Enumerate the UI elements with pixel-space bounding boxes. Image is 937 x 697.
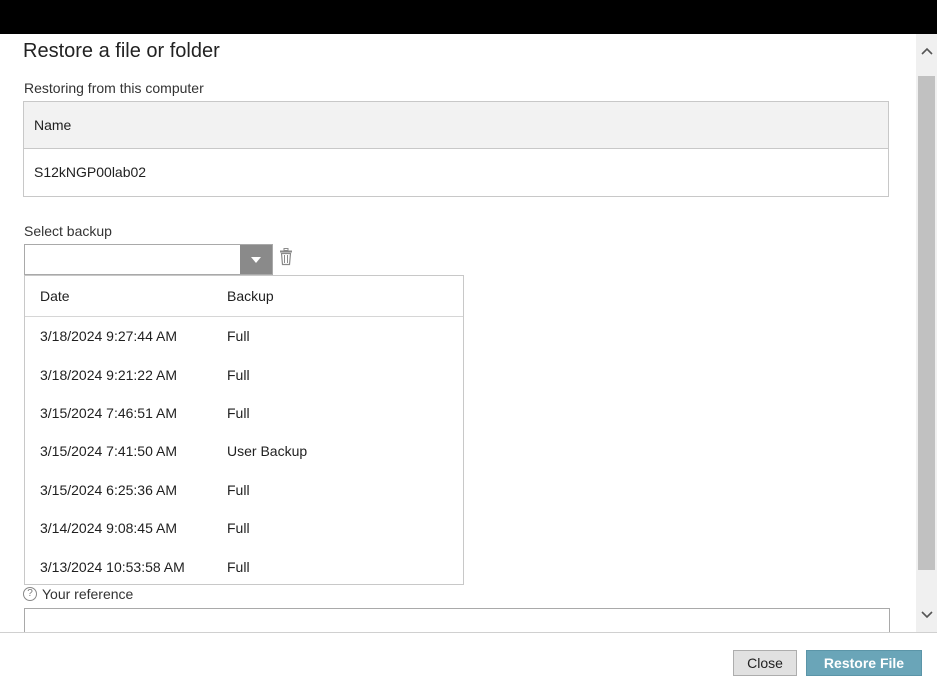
scroll-up-button[interactable] [916,34,937,68]
computer-table: Name S12kNGP00lab02 [23,101,889,197]
table-header-name: Name [24,102,888,149]
column-header-date: Date [40,288,70,304]
backup-type: Full [227,366,250,383]
backup-date: 3/14/2024 9:08:45 AM [40,520,177,537]
backup-date: 3/15/2024 7:41:50 AM [40,443,177,460]
list-item[interactable]: 3/15/2024 7:41:50 AM User Backup [25,432,463,470]
backup-date: 3/15/2024 6:25:36 AM [40,481,177,498]
backup-type: Full [227,404,250,421]
scrollbar-thumb[interactable] [918,76,935,570]
table-row[interactable]: S12kNGP00lab02 [24,149,888,196]
your-reference-label-row: ? Your reference [23,586,133,602]
backup-select[interactable] [24,244,273,275]
backup-date: 3/15/2024 7:46:51 AM [40,404,177,421]
backup-type: Full [227,558,250,575]
dialog-title: Restore a file or folder [23,40,220,62]
close-button[interactable]: Close [733,650,797,676]
dialog-footer: Close Restore File [0,632,937,697]
backup-date: 3/13/2024 10:53:58 AM [40,558,185,575]
dialog-subtitle: Restoring from this computer [24,80,204,96]
backup-type: Full [227,328,250,345]
your-reference-input[interactable] [24,608,890,632]
chevron-down-icon [251,256,261,263]
dropdown-button[interactable] [240,245,272,274]
scroll-down-button[interactable] [916,598,937,632]
list-item[interactable]: 3/15/2024 7:46:51 AM Full [25,394,463,432]
list-item[interactable]: 3/15/2024 6:25:36 AM Full [25,471,463,509]
list-item[interactable]: 3/18/2024 9:21:22 AM Full [25,355,463,393]
list-item[interactable]: 3/18/2024 9:27:44 AM Full [25,317,463,355]
column-header-backup: Backup [227,288,274,304]
restore-dialog: Restore a file or folder Restoring from … [0,34,937,697]
select-backup-label: Select backup [24,223,112,239]
trash-icon[interactable] [279,248,293,266]
dialog-content: Restore a file or folder Restoring from … [0,34,916,632]
list-item[interactable]: 3/13/2024 10:53:58 AM Full [25,547,463,585]
backup-date: 3/18/2024 9:21:22 AM [40,366,177,383]
question-circle-icon[interactable]: ? [23,587,37,601]
your-reference-label: Your reference [42,586,134,602]
dropdown-header: Date Backup [25,276,463,317]
chevron-down-icon [920,611,933,619]
backup-type: User Backup [227,443,308,460]
vertical-scrollbar[interactable] [916,34,937,632]
list-item[interactable]: 3/14/2024 9:08:45 AM Full [25,509,463,547]
window-top-bar [0,0,937,34]
backup-date: 3/18/2024 9:27:44 AM [40,328,177,345]
backup-dropdown-list: Date Backup 3/18/2024 9:27:44 AM Full 3/… [24,275,464,585]
chevron-up-icon [920,47,933,55]
backup-type: Full [227,481,250,498]
restore-file-button[interactable]: Restore File [806,650,922,676]
backup-type: Full [227,520,250,537]
